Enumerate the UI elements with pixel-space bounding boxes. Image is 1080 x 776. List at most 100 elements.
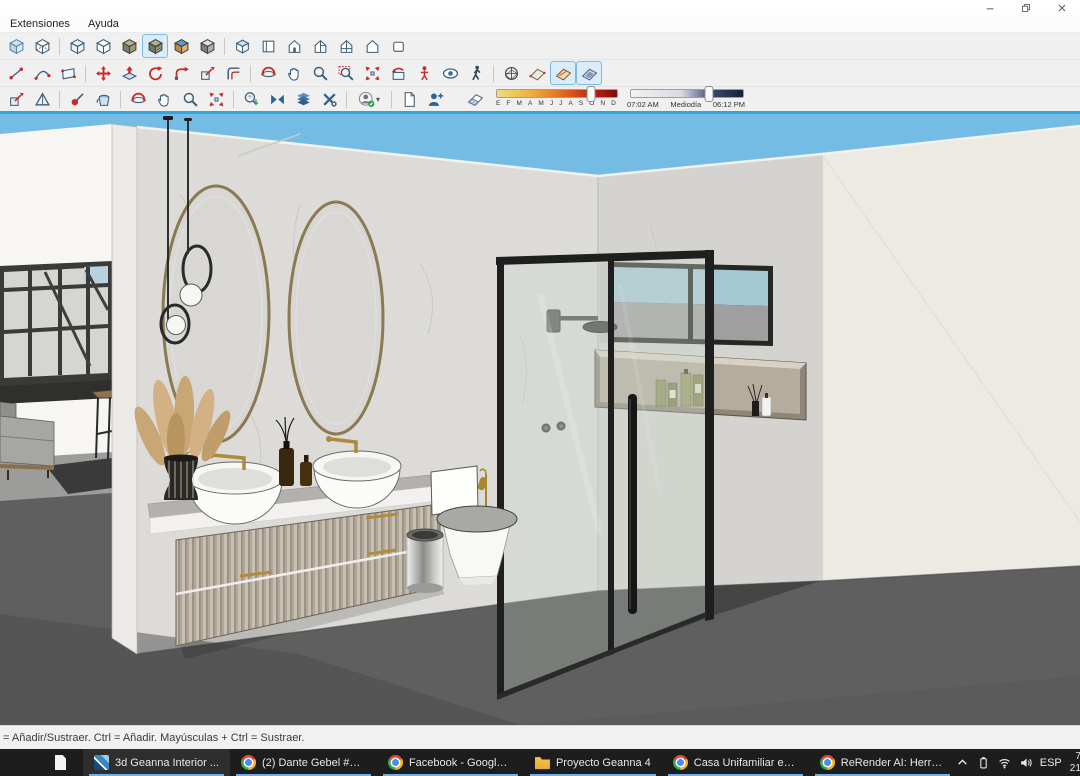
restore-button[interactable] bbox=[1008, 0, 1044, 15]
trash-bin[interactable] bbox=[407, 529, 443, 593]
follow-me-tool-button[interactable] bbox=[168, 61, 194, 85]
back-edges-style-button[interactable] bbox=[29, 34, 55, 58]
plugin-bend-button[interactable] bbox=[264, 88, 290, 110]
xray-style-button[interactable] bbox=[3, 34, 29, 58]
axes-tool-button[interactable] bbox=[29, 88, 55, 110]
taskbar-item-label: Proyecto Geanna 4 bbox=[556, 757, 651, 769]
background-window[interactable] bbox=[0, 261, 112, 404]
sample-paint-button[interactable] bbox=[64, 88, 90, 110]
month-slider-bar[interactable] bbox=[496, 89, 618, 98]
time-slider-bar[interactable] bbox=[630, 89, 744, 98]
monochrome-style-button[interactable] bbox=[194, 34, 220, 58]
battery-icon[interactable] bbox=[977, 756, 990, 769]
language-indicator[interactable]: ESP bbox=[1040, 757, 1062, 769]
display-section-fill-button[interactable] bbox=[576, 61, 602, 85]
minimize-button[interactable] bbox=[972, 0, 1008, 15]
rectangle-tool-button[interactable] bbox=[55, 61, 81, 85]
hidden-line-style-button[interactable] bbox=[90, 34, 116, 58]
separator bbox=[224, 38, 225, 55]
pan-tool-button[interactable] bbox=[281, 61, 307, 85]
separator bbox=[120, 91, 121, 108]
paint-bucket-button[interactable] bbox=[90, 88, 116, 110]
move-tool-button[interactable] bbox=[90, 61, 116, 85]
shaded-style-button[interactable] bbox=[116, 34, 142, 58]
separator bbox=[250, 65, 251, 82]
front-view-button[interactable] bbox=[281, 34, 307, 58]
plugin-layers-button[interactable] bbox=[290, 88, 316, 110]
separator bbox=[493, 65, 494, 82]
app-icon bbox=[535, 755, 550, 770]
chevron-up-icon[interactable] bbox=[956, 756, 969, 769]
tray-date: 21/04/2026 bbox=[1070, 763, 1080, 775]
separator bbox=[85, 65, 86, 82]
viewport[interactable] bbox=[0, 114, 1080, 725]
pan-tool-button-2[interactable] bbox=[151, 88, 177, 110]
zoom-extents-button-2[interactable] bbox=[203, 88, 229, 110]
orbit-tool-button[interactable] bbox=[255, 61, 281, 85]
month-labels: EFMAMJJASOND bbox=[496, 98, 616, 107]
scale-tool-button[interactable] bbox=[194, 61, 220, 85]
zoom-tool-button[interactable] bbox=[307, 61, 333, 85]
zoom-window-button[interactable] bbox=[333, 61, 359, 85]
taskbar-item-label: ReRender AI: Herra... bbox=[841, 757, 945, 769]
offset-tool-button[interactable] bbox=[220, 61, 246, 85]
new-document-button[interactable] bbox=[396, 88, 422, 110]
app-icon bbox=[388, 755, 403, 770]
bottom-view-button[interactable] bbox=[385, 34, 411, 58]
iso-view-button[interactable] bbox=[229, 34, 255, 58]
display-section-cuts-button[interactable] bbox=[550, 61, 576, 85]
account-menu-button[interactable]: ▾ bbox=[351, 88, 387, 110]
previous-view-button[interactable] bbox=[385, 61, 411, 85]
top-view-button[interactable] bbox=[255, 34, 281, 58]
zoom-tool-button-2[interactable] bbox=[177, 88, 203, 110]
time-labels: 07:02 AM Mediodía 06:12 PM bbox=[627, 98, 745, 109]
separator bbox=[391, 91, 392, 108]
app-icon bbox=[55, 755, 66, 770]
line-tool-button[interactable] bbox=[3, 61, 29, 85]
extensions-shadows-toolbar: ▾ EFMAMJJASOND 07:02 AM Mediodía 06:12 P… bbox=[0, 87, 1080, 111]
month-slider-handle[interactable] bbox=[586, 86, 595, 102]
back-view-button[interactable] bbox=[333, 34, 359, 58]
shower-door-handle[interactable] bbox=[628, 394, 637, 614]
speaker-icon[interactable] bbox=[1019, 756, 1032, 769]
title-bar bbox=[0, 0, 1080, 15]
shadow-month-slider[interactable]: EFMAMJJASOND bbox=[496, 89, 618, 107]
time-start-label: 07:02 AM bbox=[627, 100, 659, 109]
time-slider-handle[interactable] bbox=[705, 86, 714, 102]
scale-tool-button-2[interactable] bbox=[3, 88, 29, 110]
menu-extensiones[interactable]: Extensiones bbox=[10, 18, 70, 30]
time-noon-label: Mediodía bbox=[670, 100, 701, 109]
shadow-time-slider[interactable]: 07:02 AM Mediodía 06:12 PM bbox=[630, 89, 745, 109]
taskbar-clock[interactable]: 7:06 a. m. 21/04/2026 bbox=[1070, 751, 1080, 774]
display-section-planes-button[interactable] bbox=[524, 61, 550, 85]
menu-ayuda[interactable]: Ayuda bbox=[88, 18, 119, 30]
push-pull-tool-button[interactable] bbox=[116, 61, 142, 85]
section-plane-button[interactable] bbox=[498, 61, 524, 85]
zoom-extents-button[interactable] bbox=[359, 61, 385, 85]
left-view-button[interactable] bbox=[359, 34, 385, 58]
mirror-right[interactable] bbox=[289, 202, 383, 434]
shaded-textures-style-button[interactable] bbox=[142, 34, 168, 58]
look-around-button[interactable] bbox=[437, 61, 463, 85]
arc-tool-button[interactable] bbox=[29, 61, 55, 85]
separator bbox=[59, 91, 60, 108]
walk-tool-button[interactable] bbox=[463, 61, 489, 85]
close-button[interactable] bbox=[1044, 0, 1080, 15]
plugin-zoom-box-button[interactable] bbox=[238, 88, 264, 110]
add-collaborator-button[interactable] bbox=[422, 88, 448, 110]
right-wall[interactable] bbox=[822, 126, 1080, 581]
eraser-tool-button[interactable] bbox=[462, 88, 488, 110]
tools-toolbar bbox=[0, 60, 1080, 87]
wireframe-style-button[interactable] bbox=[64, 34, 90, 58]
rotate-tool-button[interactable] bbox=[142, 61, 168, 85]
color-by-tag-style-button[interactable] bbox=[168, 34, 194, 58]
wall-edge-strip bbox=[112, 124, 137, 654]
right-view-button[interactable] bbox=[307, 34, 333, 58]
wifi-icon[interactable] bbox=[998, 756, 1011, 769]
taskbar-item-label: Casa Unifamiliar en... bbox=[694, 757, 798, 769]
position-camera-button[interactable] bbox=[411, 61, 437, 85]
status-hint: = Añadir/Sustraer. Ctrl = Añadir. Mayúsc… bbox=[3, 732, 304, 744]
menu-bar: Extensiones Ayuda bbox=[0, 15, 1080, 33]
plugin-weld-button[interactable] bbox=[316, 88, 342, 110]
orbit-tool-button-2[interactable] bbox=[125, 88, 151, 110]
